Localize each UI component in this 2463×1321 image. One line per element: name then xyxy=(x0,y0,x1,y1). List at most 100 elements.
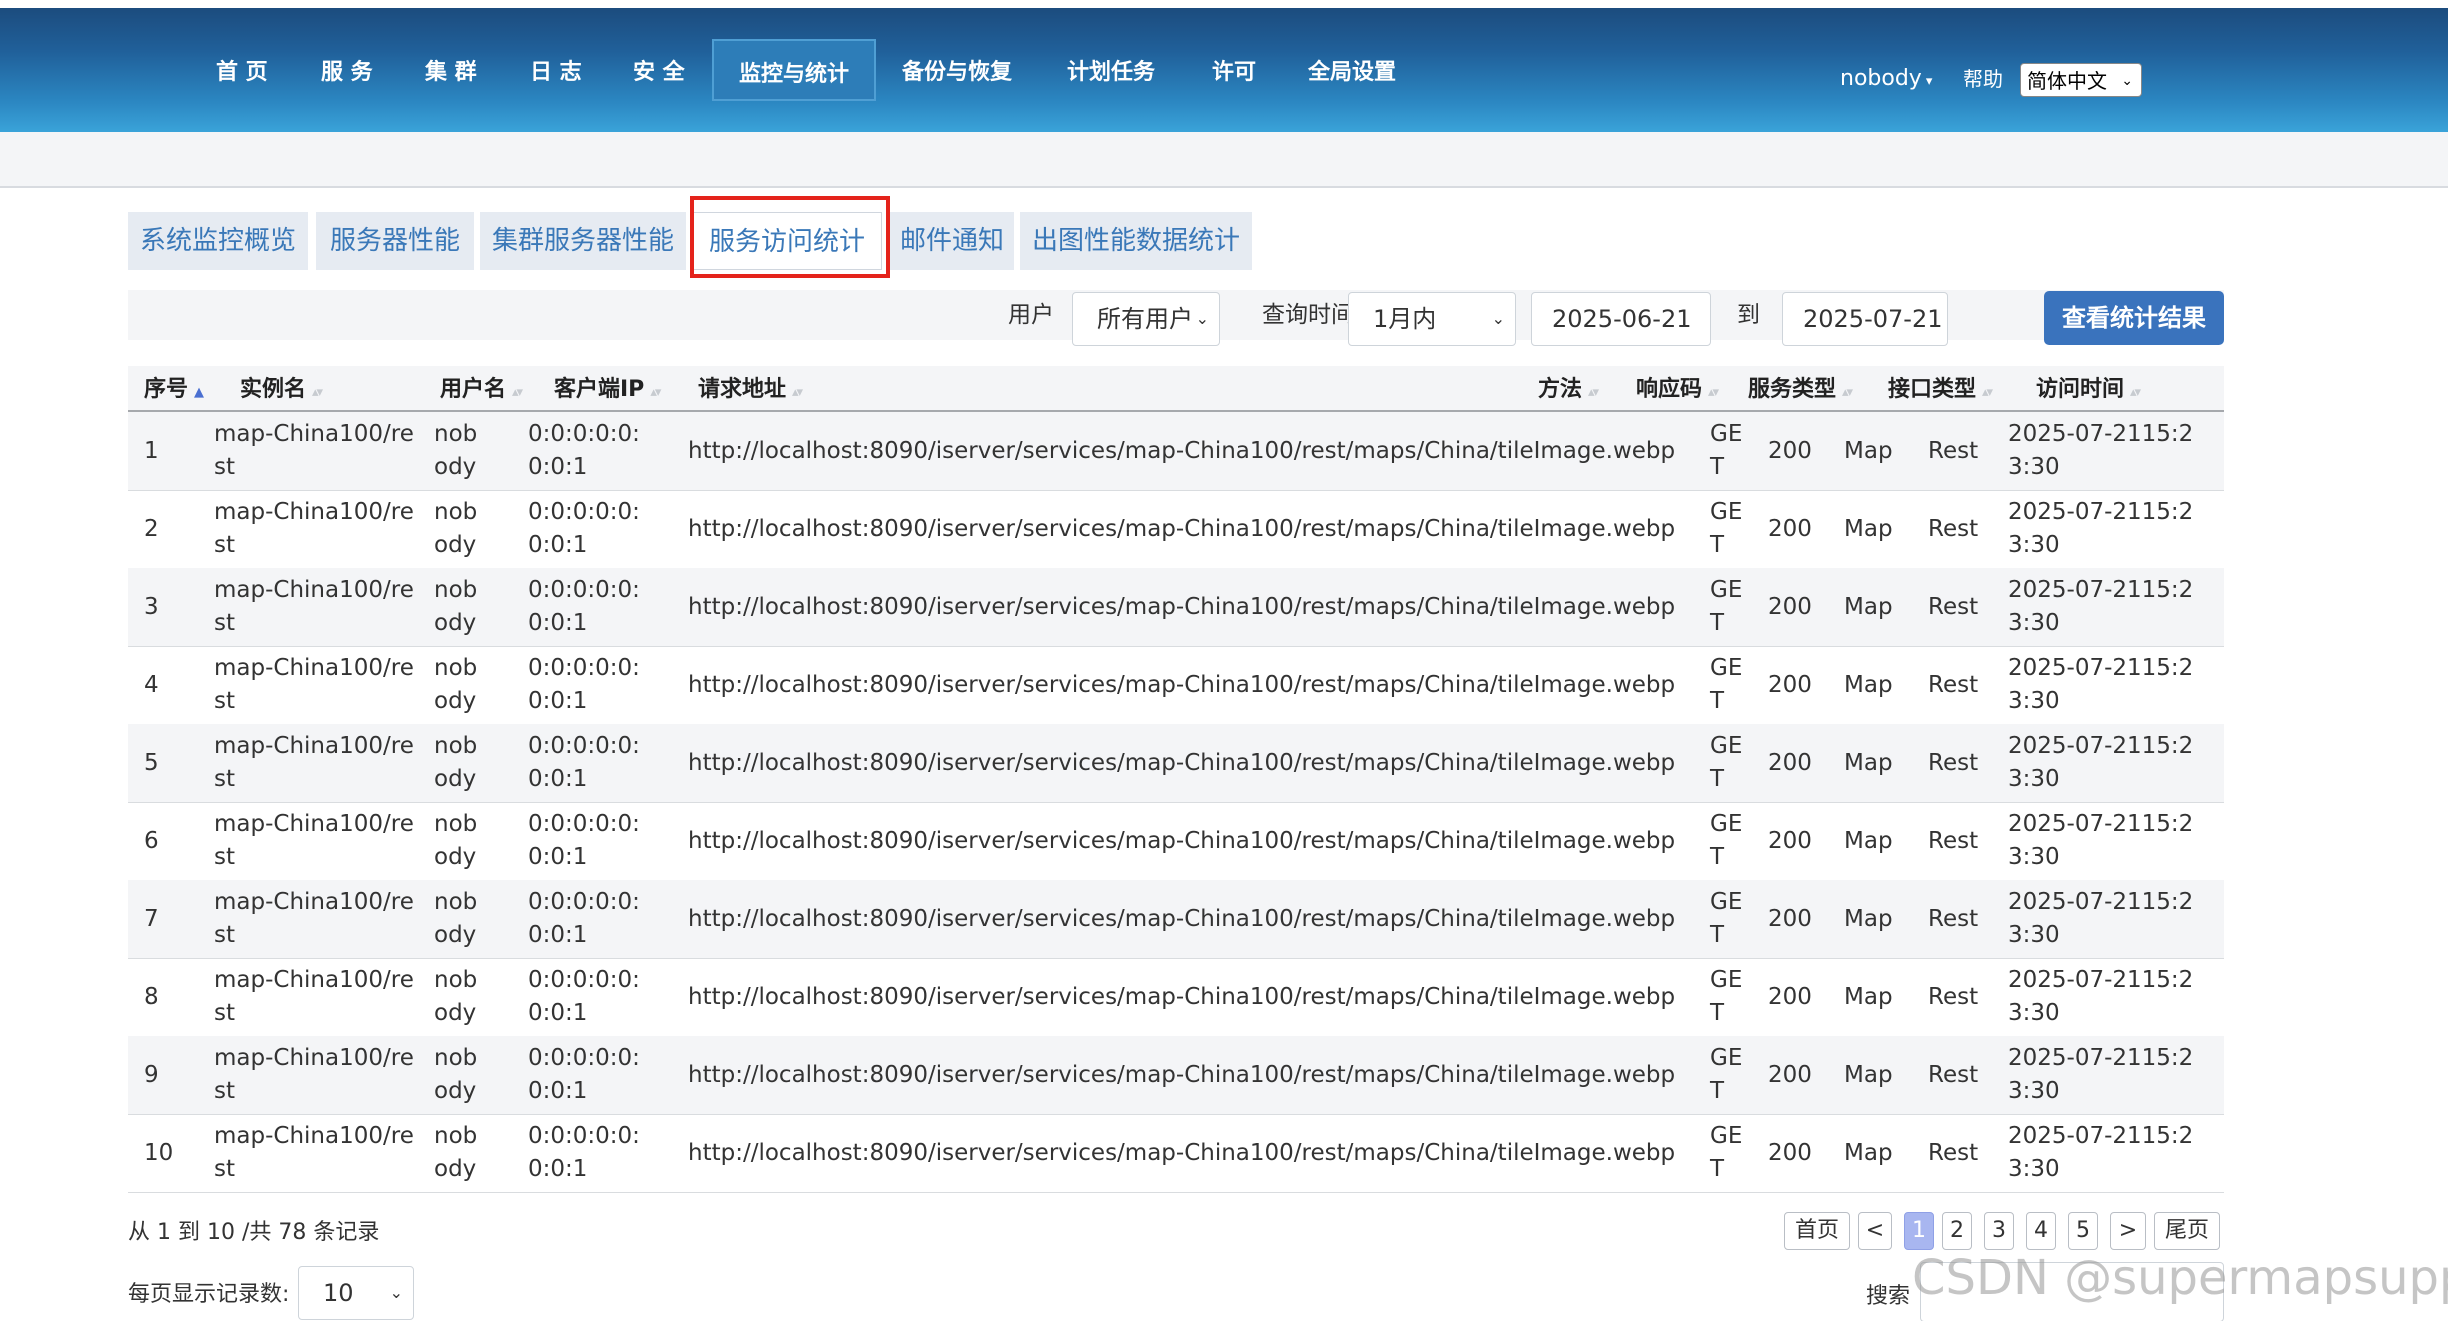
cell-text: http://localhost:8090/iserver/services/m… xyxy=(688,593,1676,620)
nav-item-8[interactable]: 计划任务 xyxy=(1067,8,1155,132)
search-input[interactable] xyxy=(1920,1262,2224,1321)
column-header-label: 序号 xyxy=(144,377,189,402)
cell-text: 0:0:0:0:0:0:0:1 xyxy=(528,1045,640,1104)
tab-4[interactable]: 服务访问统计 xyxy=(692,212,882,270)
cell-text: map-China100/rest xyxy=(214,1123,414,1182)
search-label: 搜索 xyxy=(1866,1284,1911,1309)
table-cell: map-China100/rest xyxy=(214,958,419,1036)
query-stats-button[interactable]: 查看统计结果 xyxy=(2044,291,2224,345)
nav-item-3[interactable]: 集 群 xyxy=(425,8,477,132)
page-button-6[interactable]: 4 xyxy=(2026,1212,2056,1250)
page-button-4[interactable]: 2 xyxy=(1942,1212,1972,1250)
nav-item-2[interactable]: 服 务 xyxy=(321,8,373,132)
table-cell: 7 xyxy=(144,880,204,958)
column-header-8[interactable]: 服务类型 ▴▾ xyxy=(1748,366,1853,410)
column-header-label: 实例名 xyxy=(240,377,307,402)
column-header-label: 方法 xyxy=(1538,377,1583,402)
column-header-label: 请求地址 xyxy=(698,377,787,402)
start-date-input[interactable]: 2025-06-21 xyxy=(1531,292,1711,346)
table-cell: 2 xyxy=(144,490,204,568)
table-row[interactable]: 10 map-China100/rest nobody 0:0:0:0:0:0:0:1… xyxy=(128,1114,2224,1193)
table-cell: 200 xyxy=(1768,568,1828,646)
cell-text: http://localhost:8090/iserver/services/m… xyxy=(688,1061,1676,1088)
cell-text: nobody xyxy=(434,967,478,1026)
table-row[interactable]: 4 map-China100/rest nobody 0:0:0:0:0:0:0:1 h… xyxy=(128,646,2224,725)
nav-item-10[interactable]: 全局设置 xyxy=(1308,8,1396,132)
tab-1[interactable]: 系统监控概览 xyxy=(128,212,308,270)
table-cell: 2025-07-2115:23:30 xyxy=(2008,490,2213,568)
nav-item-4[interactable]: 日 志 xyxy=(530,8,582,132)
table-row[interactable]: 3 map-China100/rest nobody 0:0:0:0:0:0:0:1 h… xyxy=(128,568,2224,647)
table-cell: nobody xyxy=(434,412,489,490)
table-cell: http://localhost:8090/iserver/services/m… xyxy=(688,958,1688,1036)
tab-6[interactable]: 出图性能数据统计 xyxy=(1020,212,1252,270)
cell-text: Rest xyxy=(1928,515,1979,542)
nav-item-7[interactable]: 备份与恢复 xyxy=(902,8,1012,132)
table-cell: nobody xyxy=(434,958,489,1036)
table-cell: 8 xyxy=(144,958,204,1036)
page-button-1[interactable]: 首页 xyxy=(1784,1212,1850,1250)
page-size-select[interactable]: 10 ⌄ xyxy=(298,1266,414,1320)
table-cell: Rest xyxy=(1928,880,2008,958)
time-range-select[interactable]: 1月内 ⌄ xyxy=(1348,292,1516,346)
table-cell: Rest xyxy=(1928,1036,2008,1114)
table-cell: http://localhost:8090/iserver/services/m… xyxy=(688,646,1688,724)
page-button-3[interactable]: 1 xyxy=(1904,1212,1934,1250)
cell-text: 2025-07-2115:23:30 xyxy=(2008,499,2194,558)
table-row[interactable]: 9 map-China100/rest nobody 0:0:0:0:0:0:0:1 h… xyxy=(128,1036,2224,1115)
nav-item-6[interactable]: 监控与统计 xyxy=(712,39,877,101)
page-button-7[interactable]: 5 xyxy=(2068,1212,2098,1250)
nav-item-5[interactable]: 安 全 xyxy=(633,8,685,132)
page-button-2[interactable]: < xyxy=(1858,1212,1892,1250)
sort-icon: ▴▾ xyxy=(1708,385,1719,400)
page: 首 页 服 务集 群 日 志安 全监控与统计 备份与恢复 计划任务 许可 全局设置 nobo… xyxy=(0,0,2463,1321)
nav-item-9[interactable]: 许可 xyxy=(1212,8,1256,132)
sort-icon: ▴▾ xyxy=(1982,385,1993,400)
column-header-5[interactable]: 请求地址 ▴▾ xyxy=(698,366,803,410)
column-header-10[interactable]: 访问时间 ▴▾ xyxy=(2036,366,2141,410)
cell-text: 0:0:0:0:0:0:0:1 xyxy=(528,967,640,1026)
nav-item-1[interactable]: 首 页 xyxy=(216,8,268,132)
cell-text: http://localhost:8090/iserver/services/m… xyxy=(688,515,1676,542)
table-row[interactable]: 8 map-China100/rest nobody 0:0:0:0:0:0:0:1 h… xyxy=(128,958,2224,1037)
column-header-7[interactable]: 响应码 ▴▾ xyxy=(1636,366,1719,410)
table-row[interactable]: 7 map-China100/rest nobody 0:0:0:0:0:0:0:1 h… xyxy=(128,880,2224,959)
cell-text: 3 xyxy=(144,593,159,620)
cell-text: map-China100/rest xyxy=(214,1045,414,1104)
tab-3[interactable]: 集群服务器性能 xyxy=(480,212,686,270)
language-select[interactable]: 简体中文 ⌄ xyxy=(2020,63,2142,97)
table-cell: 0:0:0:0:0:0:0:1 xyxy=(528,724,646,802)
start-date-value: 2025-06-21 xyxy=(1552,305,1692,333)
cell-text: 200 xyxy=(1768,671,1812,698)
end-date-input[interactable]: 2025-07-21 xyxy=(1782,292,1948,346)
tab-2[interactable]: 服务器性能 xyxy=(316,212,474,270)
column-header-4[interactable]: 客户端IP ▴▾ xyxy=(554,366,661,410)
table-row[interactable]: 6 map-China100/rest nobody 0:0:0:0:0:0:0:1 h… xyxy=(128,802,2224,881)
tab-5[interactable]: 邮件通知 xyxy=(890,212,1014,270)
user-filter-select[interactable]: 所有用户 ⌄ xyxy=(1072,292,1220,346)
sort-icon: ▴▾ xyxy=(2130,385,2141,400)
cell-text: 200 xyxy=(1768,905,1812,932)
cell-text: nobody xyxy=(434,1123,478,1182)
page-button-9[interactable]: 尾页 xyxy=(2154,1212,2220,1250)
column-header-9[interactable]: 接口类型 ▴▾ xyxy=(1888,366,1993,410)
table-row[interactable]: 5 map-China100/rest nobody 0:0:0:0:0:0:0:1 h… xyxy=(128,724,2224,803)
cell-text: 200 xyxy=(1768,827,1812,854)
cell-text: Map xyxy=(1844,593,1893,620)
table-cell: http://localhost:8090/iserver/services/m… xyxy=(688,568,1688,646)
cell-text: Map xyxy=(1844,1139,1893,1166)
table-row[interactable]: 2 map-China100/rest nobody 0:0:0:0:0:0:0:1 h… xyxy=(128,490,2224,569)
column-header-1[interactable]: 序号 ▲ xyxy=(144,366,204,410)
table-cell: GET xyxy=(1710,802,1744,880)
column-header-3[interactable]: 用户名 ▴▾ xyxy=(440,366,523,410)
page-button-8[interactable]: > xyxy=(2110,1212,2146,1250)
table-cell: 0:0:0:0:0:0:0:1 xyxy=(528,1114,646,1192)
table-cell: 200 xyxy=(1768,1036,1828,1114)
page-button-5[interactable]: 3 xyxy=(1984,1212,2014,1250)
help-link[interactable]: 帮助 xyxy=(1963,8,2003,150)
column-header-6[interactable]: 方法 ▴▾ xyxy=(1538,366,1599,410)
column-header-2[interactable]: 实例名 ▴▾ xyxy=(240,366,323,410)
table-row[interactable]: 1 map-China100/rest nobody 0:0:0:0:0:0:0:1 h… xyxy=(128,412,2224,491)
cell-text: GET xyxy=(1710,421,1743,480)
cell-text: 0:0:0:0:0:0:0:1 xyxy=(528,421,640,480)
